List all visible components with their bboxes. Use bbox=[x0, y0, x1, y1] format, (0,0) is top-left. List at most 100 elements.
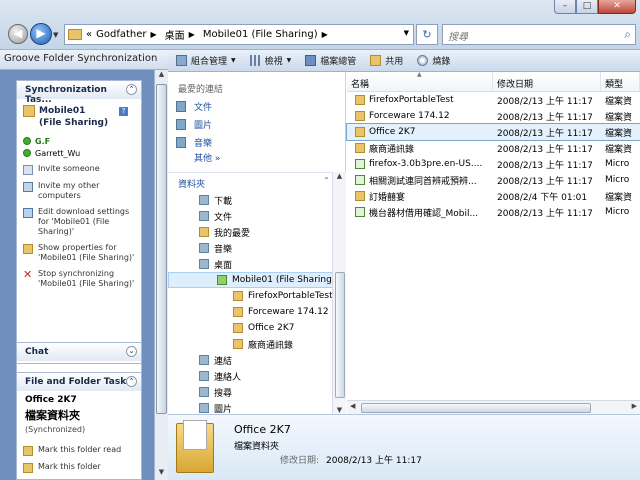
help-icon[interactable]: ? bbox=[119, 107, 128, 116]
folder-icon bbox=[199, 243, 209, 253]
selected-item-type: 檔案資料夾 bbox=[25, 409, 80, 422]
task-mark-read[interactable]: Mark this folder read bbox=[17, 444, 141, 457]
column-header-type[interactable]: 類型 bbox=[601, 72, 640, 91]
tree-item[interactable]: Office 2K7 bbox=[168, 320, 334, 336]
download-settings-icon bbox=[23, 208, 33, 218]
chat-header[interactable]: Chat ⌄ bbox=[17, 343, 141, 361]
breadcrumb-overflow[interactable]: « bbox=[86, 29, 92, 40]
scroll-left-icon[interactable]: ◀ bbox=[350, 402, 355, 410]
favorite-link-music[interactable]: 音樂 bbox=[168, 131, 345, 149]
minimize-button[interactable]: – bbox=[554, 0, 576, 14]
tree-item-label: 連結 bbox=[214, 356, 233, 367]
tree-item[interactable]: 桌面 bbox=[168, 256, 334, 272]
forward-arrow-icon: ▶ bbox=[36, 26, 46, 40]
share-icon bbox=[370, 55, 382, 66]
tree-item-label: Mobile01 (File Sharing) bbox=[232, 275, 336, 285]
tree-item[interactable]: Mobile01 (File Sharing) bbox=[168, 272, 336, 288]
breadcrumb-godfather[interactable]: Godfather bbox=[96, 29, 146, 40]
file-row[interactable]: Office 2K7 2008/2/13 上午 11:17 檔案資 bbox=[346, 123, 640, 141]
folder-icon bbox=[233, 291, 243, 301]
documents-icon bbox=[176, 100, 186, 112]
file-row[interactable]: firefox-3.0b3pre.en-US.... 2008/2/13 上午 1… bbox=[347, 156, 640, 172]
file-date-cell: 2008/2/13 上午 11:17 bbox=[497, 96, 593, 107]
navpane-scrollbar[interactable]: ▲ ▼ bbox=[332, 172, 346, 414]
file-row[interactable]: 訂婚囍宴 2008/2/4 下午 01:01 檔案資 bbox=[347, 188, 640, 204]
task-edit-download-settings[interactable]: Edit download settings for 'Mobile01 (Fi… bbox=[17, 206, 141, 238]
search-input[interactable]: 搜尋 ⌕ bbox=[442, 24, 636, 45]
file-row[interactable]: 相關測試連同首辨戒預辨... 2008/2/13 上午 11:17 Micro bbox=[347, 172, 640, 188]
scroll-right-icon[interactable]: ▶ bbox=[632, 402, 637, 410]
organize-button[interactable]: 組合管理 ▼ bbox=[176, 54, 236, 67]
workspace-name: Mobile01 (File Sharing) bbox=[39, 106, 109, 128]
horizontal-scrollbar[interactable]: ◀ ▶ bbox=[347, 400, 640, 414]
member-item[interactable]: Garrett_Wu bbox=[23, 147, 135, 159]
task-invite-computers[interactable]: Invite my other computers bbox=[17, 180, 141, 202]
tree-item[interactable]: 文件 bbox=[168, 208, 334, 224]
more-links[interactable]: 其他 » bbox=[168, 149, 345, 164]
breadcrumb-desktop[interactable]: 桌面 bbox=[165, 27, 185, 42]
file-folder-tasks-header[interactable]: File and Folder Tasks ⌃ bbox=[17, 373, 141, 391]
favorite-link-documents[interactable]: 文件 bbox=[168, 95, 345, 113]
folder-icon bbox=[199, 371, 209, 381]
collapse-icon[interactable]: ⌃ bbox=[126, 376, 137, 387]
explore-button[interactable]: 檔案總管 bbox=[305, 54, 356, 67]
task-show-properties[interactable]: Show properties for 'Mobile01 (File Shar… bbox=[17, 242, 141, 264]
file-row[interactable]: 廠商通訊錄 2008/2/13 上午 11:17 檔案資 bbox=[347, 140, 640, 156]
task-stop-sync[interactable]: ✕ Stop synchronizing 'Mobile01 (File Sha… bbox=[17, 268, 141, 290]
tree-item[interactable]: FirefoxPortableTest bbox=[168, 288, 334, 304]
file-row[interactable]: FirefoxPortableTest 2008/2/13 上午 11:17 檔案資 bbox=[347, 92, 640, 108]
selected-item-info: Office 2K7 檔案資料夾 (Synchronized) bbox=[17, 391, 141, 438]
expand-icon[interactable]: ⌄ bbox=[126, 346, 137, 357]
tree-item-label: 音樂 bbox=[214, 244, 233, 255]
refresh-button[interactable]: ↻ bbox=[416, 24, 438, 45]
file-row[interactable]: 機台器材借用確認_Mobil... 2008/2/13 上午 11:17 Micro bbox=[347, 204, 640, 220]
recent-pages-dropdown[interactable]: ▼ bbox=[53, 31, 58, 39]
breadcrumb-arrow-icon[interactable]: ▶ bbox=[151, 30, 157, 39]
chevron-up-icon[interactable]: ⌃ bbox=[323, 176, 330, 185]
file-type-cell: 檔案資 bbox=[605, 112, 633, 123]
scroll-down-icon[interactable]: ▼ bbox=[333, 406, 346, 414]
scroll-down-icon[interactable]: ▼ bbox=[155, 468, 168, 480]
tree-item[interactable]: 廠商通訊錄 bbox=[168, 336, 334, 352]
address-bar[interactable]: « Godfather ▶ 桌面 ▶ Mobile01 (File Sharin… bbox=[64, 24, 414, 45]
close-button[interactable]: ✕ bbox=[598, 0, 636, 14]
back-button[interactable]: ◀ bbox=[8, 24, 28, 44]
favorite-link-pictures[interactable]: 圖片 bbox=[168, 113, 345, 131]
sync-tasks-header[interactable]: Synchronization Tas... ⌃ bbox=[17, 81, 141, 105]
address-dropdown-icon[interactable]: ▼ bbox=[404, 29, 409, 37]
file-date-cell: 2008/2/13 上午 11:17 bbox=[497, 144, 593, 155]
member-item[interactable]: G.F bbox=[23, 135, 135, 147]
scroll-thumb[interactable] bbox=[335, 272, 345, 398]
collapse-icon[interactable]: ⌃ bbox=[126, 84, 137, 95]
breadcrumb-arrow-icon[interactable]: ▶ bbox=[322, 30, 328, 39]
views-button[interactable]: 檢視 ▼ bbox=[249, 54, 291, 67]
burn-button[interactable]: 燒錄 bbox=[417, 54, 450, 67]
forward-button[interactable]: ▶ bbox=[30, 23, 52, 45]
tree-item[interactable]: Forceware 174.12 bbox=[168, 304, 334, 320]
tree-item[interactable]: 連結 bbox=[168, 352, 334, 368]
breadcrumb-arrow-icon[interactable]: ▶ bbox=[189, 30, 195, 39]
search-icon[interactable]: ⌕ bbox=[624, 27, 631, 42]
groove-panel-title: Groove Folder Synchronization bbox=[0, 50, 168, 70]
file-date-cell: 2008/2/13 上午 11:17 bbox=[497, 112, 593, 123]
scroll-thumb[interactable] bbox=[156, 84, 167, 414]
folders-label[interactable]: 資料夾 bbox=[178, 177, 205, 190]
tree-item[interactable]: 我的最愛 bbox=[168, 224, 334, 240]
breadcrumb-mobile01[interactable]: Mobile01 (File Sharing) bbox=[203, 29, 318, 40]
tree-item[interactable]: 搜尋 bbox=[168, 384, 334, 400]
scroll-up-icon[interactable]: ▲ bbox=[155, 70, 168, 82]
task-mark-folder[interactable]: Mark this folder bbox=[17, 461, 141, 474]
column-header-name[interactable]: 名稱 ▲ bbox=[347, 71, 493, 91]
scroll-thumb[interactable] bbox=[361, 403, 591, 413]
maximize-button[interactable]: □ bbox=[576, 0, 598, 14]
file-row[interactable]: Forceware 174.12 2008/2/13 上午 11:17 檔案資 bbox=[347, 108, 640, 124]
tree-item[interactable]: 下載 bbox=[168, 192, 334, 208]
tree-item[interactable]: 連絡人 bbox=[168, 368, 334, 384]
scroll-up-icon[interactable]: ▲ bbox=[333, 172, 346, 180]
share-button[interactable]: 共用 bbox=[370, 54, 403, 67]
column-header-date[interactable]: 修改日期 bbox=[493, 72, 601, 91]
groove-scrollbar[interactable]: ▲ ▼ bbox=[154, 70, 168, 480]
tree-item[interactable]: 音樂 bbox=[168, 240, 334, 256]
file-date-cell: 2008/2/13 上午 11:17 bbox=[497, 160, 593, 171]
task-invite-someone[interactable]: Invite someone bbox=[17, 163, 141, 176]
